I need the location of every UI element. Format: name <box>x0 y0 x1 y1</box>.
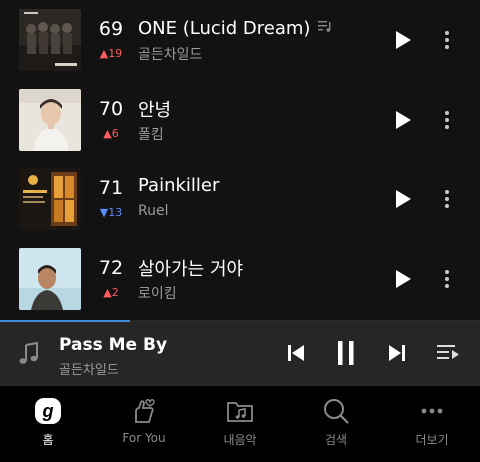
rank-number: 71 <box>98 177 124 199</box>
tab-my-music[interactable]: 내음악 <box>192 386 288 462</box>
album-art[interactable] <box>19 9 81 71</box>
rank-number: 72 <box>98 257 124 279</box>
search-icon <box>321 396 351 426</box>
more-options-button[interactable] <box>438 264 456 294</box>
pause-button[interactable] <box>336 340 356 366</box>
play-button[interactable] <box>393 109 413 131</box>
song-title[interactable]: 안녕 <box>138 96 171 122</box>
queue-icon <box>437 345 459 359</box>
hand-heart-icon <box>129 396 159 426</box>
more-vertical-icon <box>445 190 449 208</box>
genie-g-icon: g <box>33 396 63 426</box>
more-vertical-icon <box>445 111 449 129</box>
previous-track-button[interactable] <box>286 343 306 363</box>
more-dots-icon <box>417 396 447 426</box>
play-button[interactable] <box>393 29 413 51</box>
artist-name[interactable]: 골든차일드 <box>138 44 202 64</box>
next-track-button[interactable] <box>387 343 407 363</box>
play-button[interactable] <box>393 268 413 290</box>
rank-change: ▲2 <box>103 286 119 299</box>
skip-forward-icon <box>389 345 405 361</box>
tab-more[interactable]: 더보기 <box>384 386 480 462</box>
rank-change-value: 6 <box>111 127 119 140</box>
chart-row[interactable]: 71 ▼13 Painkiller Ruel <box>0 168 480 230</box>
rank-change-value: 19 <box>108 47 123 60</box>
tab-label: For You <box>122 431 166 445</box>
album-art[interactable] <box>19 168 81 230</box>
rank-change: ▲19 <box>99 47 123 60</box>
playlist-queue-button[interactable] <box>436 343 460 363</box>
chart-row[interactable]: 72 ▲2 살아가는 거야 로이킴 <box>0 248 480 310</box>
album-art[interactable] <box>19 89 81 151</box>
chart-row[interactable]: 69 ▲19 ONE (Lucid Dream) 골든차일드 <box>0 9 480 71</box>
song-title-line[interactable]: ONE (Lucid Dream) <box>138 16 332 39</box>
skip-back-icon <box>288 345 304 361</box>
chart-row[interactable]: 70 ▲6 안녕 폴킴 <box>0 89 480 151</box>
tab-home[interactable]: g 홈 <box>0 386 96 462</box>
bottom-tab-bar: g 홈 For You 내음악 검색 더보기 <box>0 386 480 462</box>
play-icon <box>396 190 411 208</box>
song-title[interactable]: ONE (Lucid Dream) <box>138 18 310 39</box>
svg-text:g: g <box>42 401 54 421</box>
play-button[interactable] <box>393 188 413 210</box>
artist-name[interactable]: 폴킴 <box>138 124 164 144</box>
now-playing-title[interactable]: Pass Me By <box>59 335 167 355</box>
more-options-button[interactable] <box>438 25 456 55</box>
rank-change-value: 13 <box>108 206 123 219</box>
more-vertical-icon <box>445 270 449 288</box>
tab-label: 내음악 <box>223 433 257 447</box>
more-options-button[interactable] <box>438 105 456 135</box>
lyrics-icon <box>318 16 332 37</box>
tab-label: 더보기 <box>415 433 449 447</box>
tab-label: 검색 <box>324 433 348 447</box>
chart-list: 69 ▲19 ONE (Lucid Dream) 골든차일드 70 ▲6 안녕 … <box>0 0 480 320</box>
album-art[interactable] <box>19 248 81 310</box>
tab-search[interactable]: 검색 <box>288 386 384 462</box>
artist-name[interactable]: Ruel <box>138 203 168 219</box>
mini-player[interactable]: Pass Me By 골든차일드 <box>0 322 480 386</box>
play-icon <box>396 111 411 129</box>
play-icon <box>396 31 411 49</box>
rank-number: 69 <box>98 18 124 40</box>
rank-number: 70 <box>98 98 124 120</box>
more-options-button[interactable] <box>438 184 456 214</box>
now-playing-artist[interactable]: 골든차일드 <box>59 359 119 378</box>
artist-name[interactable]: 로이킴 <box>138 283 177 303</box>
tab-label: 홈 <box>42 433 54 447</box>
rank-change-value: 2 <box>111 286 119 299</box>
more-vertical-icon <box>445 31 449 49</box>
music-note-icon <box>18 341 40 366</box>
music-folder-icon <box>225 396 255 426</box>
song-title[interactable]: 살아가는 거야 <box>138 255 243 281</box>
rank-change: ▲6 <box>103 127 119 140</box>
tab-for-you[interactable]: For You <box>96 386 192 462</box>
pause-icon <box>338 341 354 365</box>
rank-change: ▼13 <box>99 206 123 219</box>
play-icon <box>396 270 411 288</box>
song-title[interactable]: Painkiller <box>138 175 219 196</box>
